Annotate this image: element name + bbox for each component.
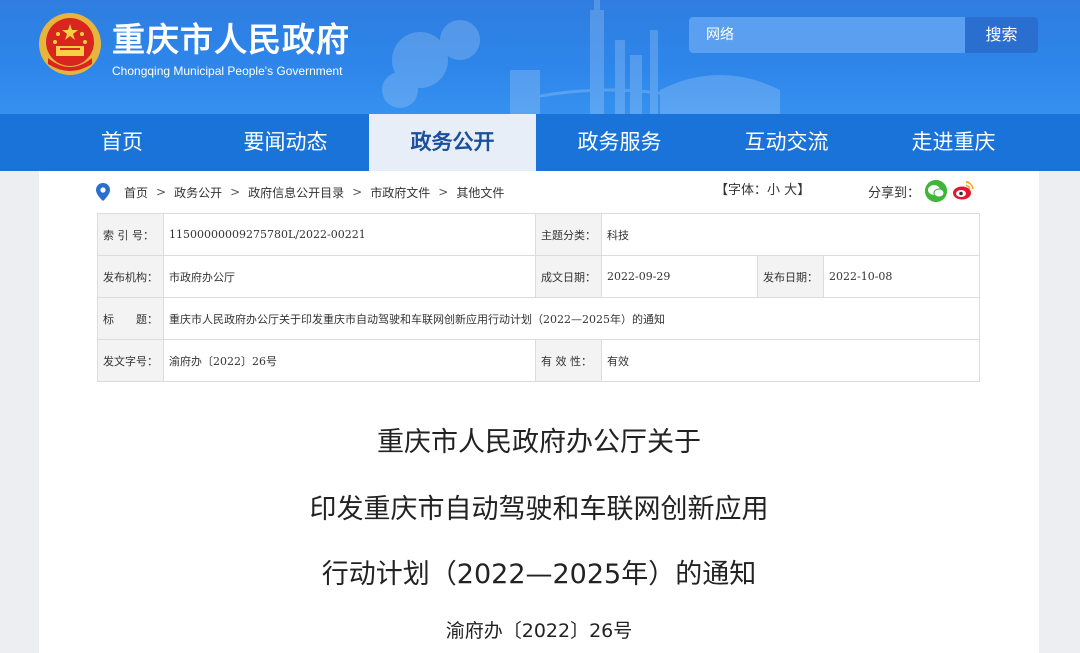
breadcrumb-separator: > bbox=[352, 185, 363, 199]
breadcrumb-separator: > bbox=[156, 185, 167, 199]
published-date-label: 发布日期： bbox=[757, 255, 824, 298]
wechat-share-icon[interactable] bbox=[925, 180, 948, 202]
font-size-control: 【字体：小 大】 bbox=[715, 182, 810, 200]
main-content: 首页 > 政务公开 > 政府信息公开目录 > 市政府文件 > 其他文件 【字体：… bbox=[39, 171, 1039, 653]
title-value: 重庆市人民政府办公厅关于印发重庆市自动驾驶和车联网创新应用行动计划（2022—2… bbox=[163, 297, 980, 340]
issuer-label: 发布机构： bbox=[97, 255, 164, 298]
index-number-value: 11500000009275780L/2022-00221 bbox=[163, 213, 536, 256]
site-header: 重庆市人民政府 Chongqing Municipal People's Gov… bbox=[0, 0, 1080, 114]
location-pin-icon bbox=[96, 183, 110, 201]
nav-item-government-affairs-disclosure[interactable]: 政务公开 bbox=[369, 114, 536, 171]
nav-item-about-chongqing[interactable]: 走进重庆 bbox=[870, 114, 1037, 171]
document-title-line: 印发重庆市自动驾驶和车联网创新应用 bbox=[309, 494, 769, 525]
validity-value: 有效 bbox=[601, 339, 980, 382]
breadcrumb-separator: > bbox=[230, 185, 241, 199]
issuer-value: 市政府办公厅 bbox=[163, 255, 536, 298]
share-label: 分享到： bbox=[868, 185, 921, 201]
breadcrumb-other-documents[interactable]: 其他文件 bbox=[456, 184, 504, 201]
breadcrumb-government-affairs[interactable]: 政务公开 bbox=[174, 184, 222, 201]
site-subtitle: Chongqing Municipal People's Government bbox=[112, 64, 343, 78]
published-date-value: 2022-10-08 bbox=[823, 255, 980, 298]
breadcrumb-municipal-documents[interactable]: 市政府文件 bbox=[370, 184, 430, 201]
breadcrumb: 首页 > 政务公开 > 政府信息公开目录 > 市政府文件 > 其他文件 bbox=[96, 183, 504, 201]
search-button[interactable]: 搜索 bbox=[965, 17, 1038, 53]
weibo-share-icon[interactable] bbox=[952, 180, 975, 202]
category-label: 主题分类： bbox=[535, 213, 602, 256]
document-title-line: 重庆市人民政府办公厅关于 bbox=[377, 427, 701, 458]
breadcrumb-home[interactable]: 首页 bbox=[124, 184, 148, 201]
created-date-value: 2022-09-29 bbox=[601, 255, 758, 298]
national-emblem-icon bbox=[39, 13, 101, 75]
category-value: 科技 bbox=[601, 213, 980, 256]
document-metadata-table: 索 引 号： 11500000009275780L/2022-00221 主题分… bbox=[97, 213, 980, 382]
nav-item-government-services[interactable]: 政务服务 bbox=[536, 114, 703, 171]
document-title-line: 行动计划（2022—2025年）的通知 bbox=[321, 559, 757, 590]
main-nav: 首页 要闻动态 政务公开 政务服务 互动交流 走进重庆 bbox=[0, 114, 1080, 171]
validity-label: 有 效 性： bbox=[535, 339, 602, 382]
breadcrumb-info-catalog[interactable]: 政府信息公开目录 bbox=[248, 184, 344, 201]
font-size-prefix: 【字体： bbox=[715, 183, 768, 198]
document-number: 渝府办〔2022〕26号 bbox=[445, 620, 633, 642]
nav-item-home[interactable]: 首页 bbox=[62, 114, 182, 171]
breadcrumb-separator: > bbox=[438, 185, 449, 199]
share-bar: 分享到： bbox=[868, 180, 975, 202]
document-number-label: 发文字号： bbox=[97, 339, 164, 382]
search-input[interactable]: 网络 bbox=[689, 17, 965, 53]
nav-item-news[interactable]: 要闻动态 bbox=[202, 114, 369, 171]
font-size-large-button[interactable]: 大 bbox=[784, 183, 797, 198]
index-number-label: 索 引 号： bbox=[97, 213, 164, 256]
title-label: 标 题： bbox=[97, 297, 164, 340]
font-size-suffix: 】 bbox=[797, 183, 811, 198]
created-date-label: 成文日期： bbox=[535, 255, 602, 298]
site-title[interactable]: 重庆市人民政府 bbox=[112, 20, 350, 60]
document-number-value: 渝府办〔2022〕26号 bbox=[163, 339, 536, 382]
nav-item-interaction[interactable]: 互动交流 bbox=[703, 114, 870, 171]
font-size-small-button[interactable]: 小 bbox=[767, 183, 780, 198]
